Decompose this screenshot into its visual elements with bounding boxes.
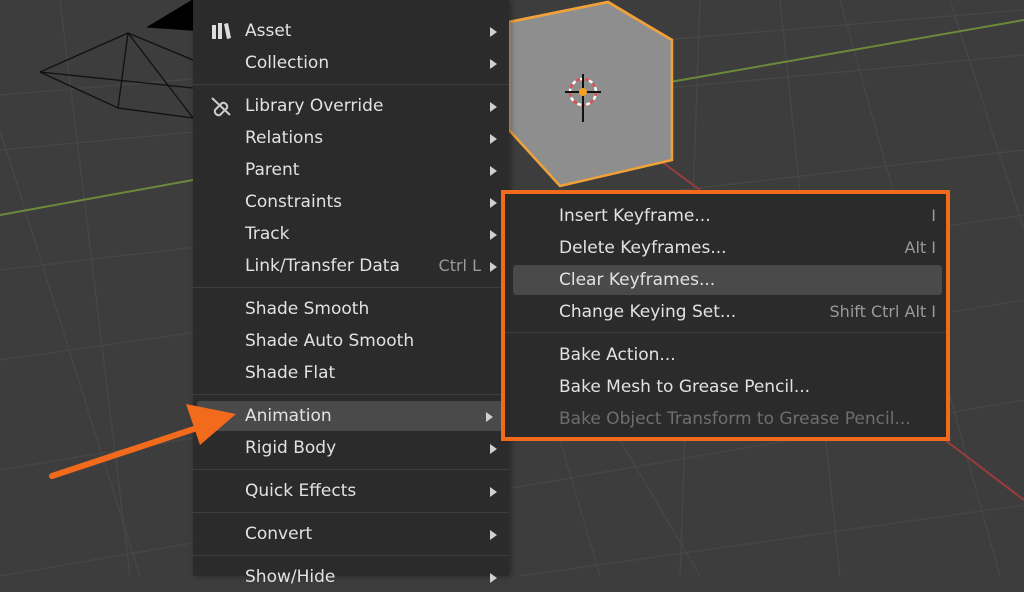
annotation-arrow-icon <box>49 404 236 479</box>
